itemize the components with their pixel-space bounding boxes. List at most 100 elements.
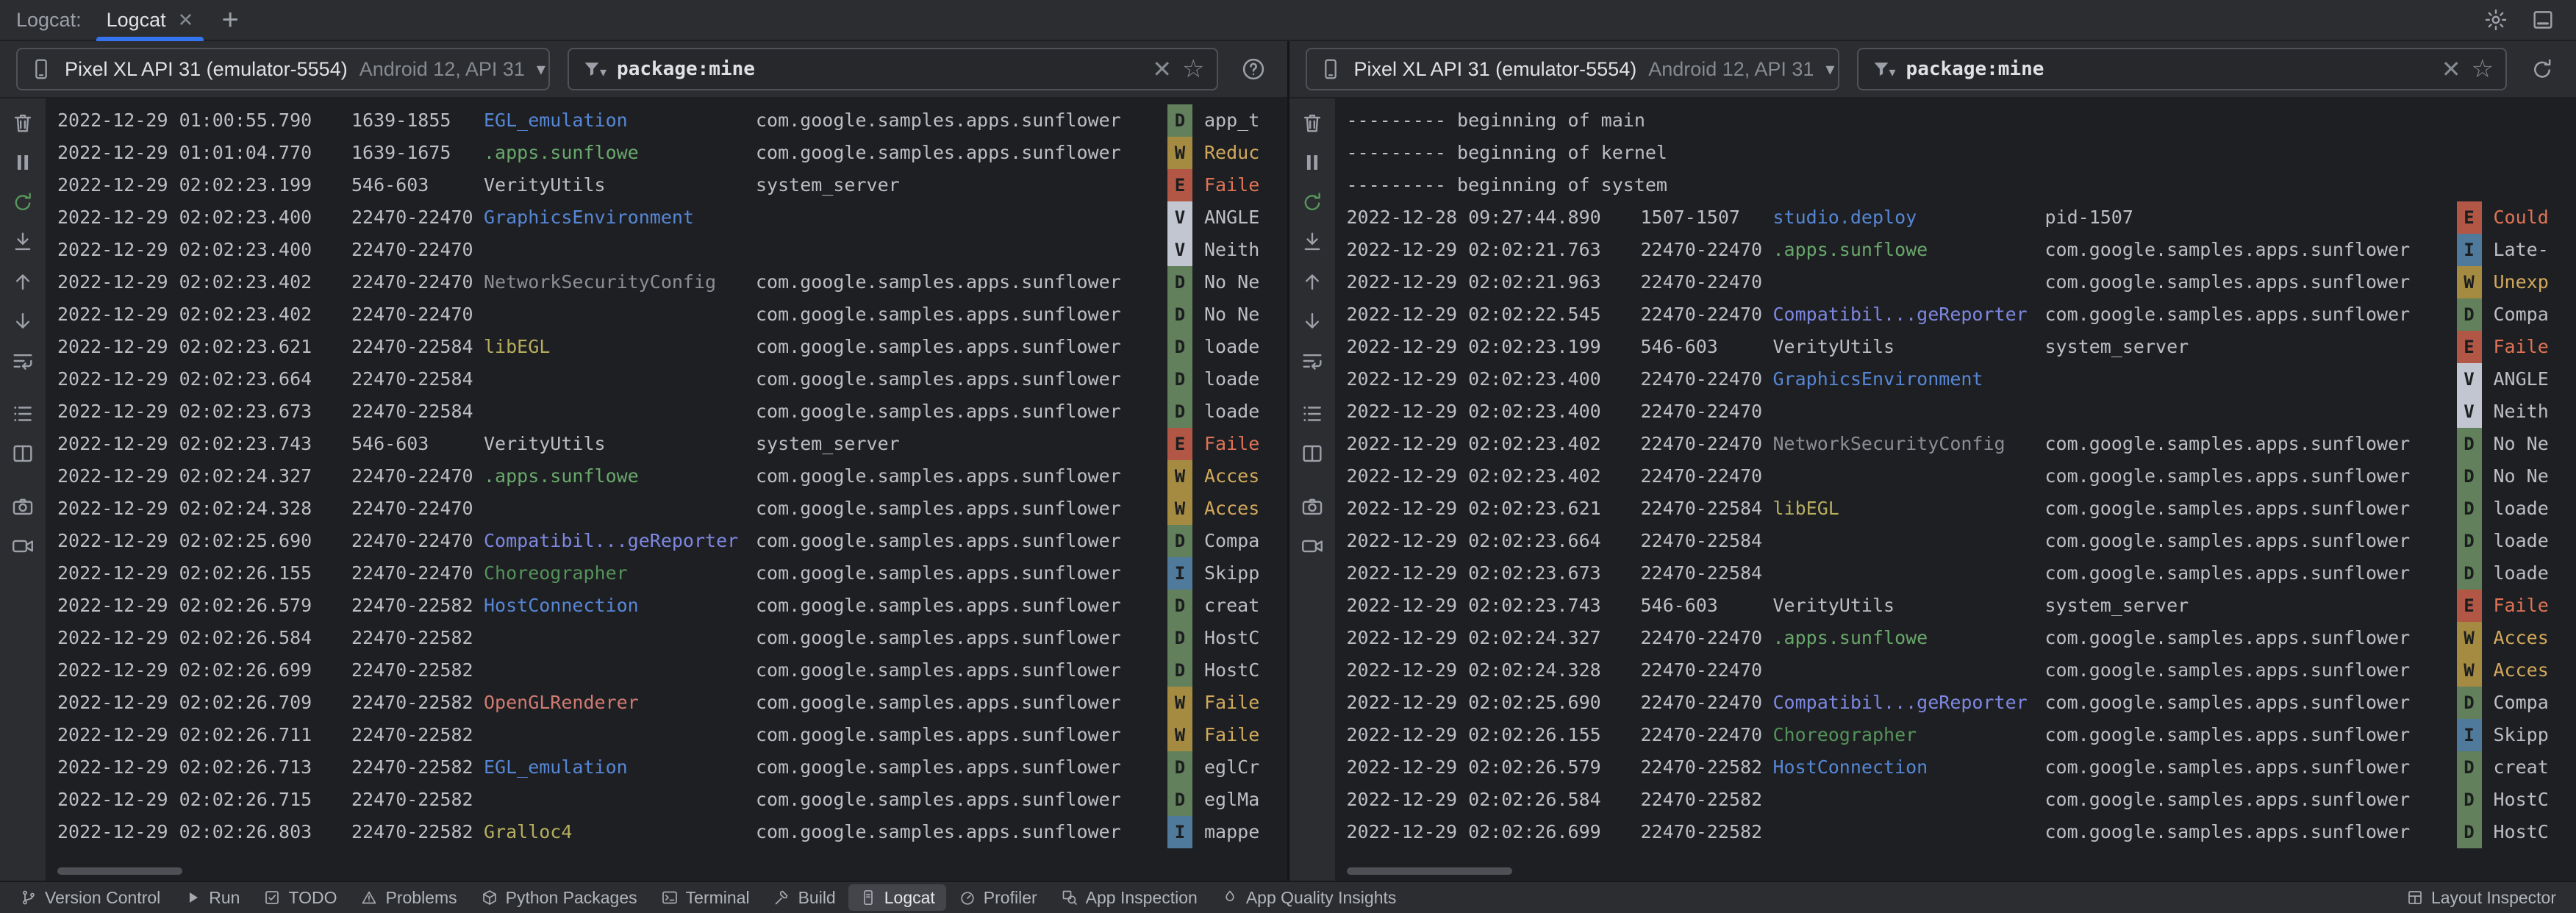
log-separator[interactable]: --------- beginning of kernel [1337, 137, 2576, 169]
log-output-area[interactable]: 2022-12-29 01:00:55.790 1639-1855 EGL_emul… [47, 99, 1287, 881]
log-row[interactable]: 2022-12-29 02:02:26.584 22470-22582 com.go… [1337, 784, 2576, 816]
log-row[interactable]: 2022-12-29 02:02:23.673 22470-22584 com.go… [1337, 557, 2576, 590]
log-row[interactable]: 2022-12-29 02:02:23.673 22470-22584 com.go… [47, 395, 1287, 428]
clear-logcat-button[interactable] [7, 107, 39, 138]
log-row[interactable]: 2022-12-29 02:02:22.545 22470-22470 Compat… [1337, 298, 2576, 331]
statusbar-python-packages-button[interactable]: Python Packages [470, 884, 648, 911]
statusbar-run-button[interactable]: Run [173, 884, 251, 911]
log-row[interactable]: 2022-12-29 02:02:23.400 22470-22470 V Neith [1337, 395, 2576, 428]
formatting-options-button[interactable] [7, 398, 39, 429]
device-selector[interactable]: Pixel XL API 31 (emulator-5554) Android … [1305, 48, 1839, 90]
log-row[interactable]: 2022-12-29 02:02:23.400 22470-22470 V Neith [47, 234, 1287, 266]
log-row[interactable]: 2022-12-29 01:01:04.770 1639-1675 .apps.su… [47, 137, 1287, 169]
statusbar-todo-button[interactable]: TODO [252, 884, 348, 911]
horizontal-scrollbar[interactable] [1346, 867, 1512, 875]
take-screenshot-button[interactable] [7, 491, 39, 522]
next-occurrence-button[interactable] [7, 306, 39, 337]
log-row[interactable]: 2022-12-29 02:02:24.327 22470-22470 .apps.… [1337, 622, 2576, 654]
statusbar-logcat-button[interactable]: Logcat [848, 884, 946, 911]
log-row[interactable]: 2022-12-29 02:02:26.155 22470-22470 Choreo… [1337, 719, 2576, 751]
filter-query-input[interactable]: package:mine [617, 58, 1142, 80]
log-row[interactable]: 2022-12-29 02:02:24.327 22470-22470 .apps.… [47, 460, 1287, 493]
log-row[interactable]: 2022-12-29 02:02:23.199 546-603 VerityUtil… [1337, 331, 2576, 363]
restart-logcat-button[interactable] [1296, 187, 1328, 218]
log-row[interactable]: 2022-12-29 02:02:26.711 22470-22582 com.go… [47, 719, 1287, 751]
next-occurrence-button[interactable] [1296, 306, 1328, 337]
log-row[interactable]: 2022-12-29 02:02:26.709 22470-22582 OpenGL… [47, 687, 1287, 719]
log-row[interactable]: 2022-12-29 02:02:23.400 22470-22470 Graphi… [1337, 363, 2576, 395]
hide-tool-window-icon[interactable] [2530, 7, 2555, 32]
previous-occurrence-button[interactable] [1296, 266, 1328, 297]
restart-logcat-button[interactable] [7, 187, 39, 218]
filter-funnel-icon[interactable]: ▾ [1870, 58, 1896, 80]
take-screenshot-button[interactable] [1296, 491, 1328, 522]
log-row[interactable]: 2022-12-29 02:02:26.579 22470-22582 HostCo… [1337, 751, 2576, 784]
log-row[interactable]: 2022-12-29 02:02:26.579 22470-22582 HostCo… [47, 590, 1287, 622]
log-row[interactable]: 2022-12-29 02:02:25.690 22470-22470 Compat… [1337, 687, 2576, 719]
log-row[interactable]: 2022-12-29 02:02:23.402 22470-22470 com.go… [1337, 460, 2576, 493]
statusbar-build-button[interactable]: Build [762, 884, 847, 911]
split-panels-button[interactable] [7, 438, 39, 469]
filter-funnel-icon[interactable]: ▾ [581, 58, 607, 80]
scroll-to-end-button[interactable] [7, 226, 39, 257]
log-row[interactable]: 2022-12-29 02:02:26.584 22470-22582 com.go… [47, 622, 1287, 654]
help-icon[interactable] [1236, 56, 1271, 82]
log-separator[interactable]: --------- beginning of main [1337, 104, 2576, 137]
settings-gear-icon[interactable] [2483, 7, 2508, 32]
log-row[interactable]: 2022-12-29 02:02:26.803 22470-22582 Grallo… [47, 816, 1287, 848]
favorite-filter-icon[interactable]: ☆ [2472, 57, 2494, 82]
soft-wrap-button[interactable] [7, 345, 39, 376]
filter-query-input[interactable]: package:mine [1906, 58, 2431, 80]
log-row[interactable]: 2022-12-29 02:02:21.763 22470-22470 .apps.… [1337, 234, 2576, 266]
log-row[interactable]: 2022-12-29 02:02:23.402 22470-22470 Networ… [47, 266, 1287, 298]
log-row[interactable]: 2022-12-29 02:02:26.155 22470-22470 Choreo… [47, 557, 1287, 590]
statusbar-terminal-button[interactable]: Terminal [650, 884, 761, 911]
record-screen-button[interactable] [1296, 531, 1328, 562]
scroll-to-end-button[interactable] [1296, 226, 1328, 257]
statusbar-app-quality-insights-button[interactable]: App Quality Insights [1210, 884, 1408, 911]
log-row[interactable]: 2022-12-29 02:02:23.621 22470-22584 libEGL… [1337, 493, 2576, 525]
log-row[interactable]: 2022-12-29 02:02:25.690 22470-22470 Compat… [47, 525, 1287, 557]
statusbar-profiler-button[interactable]: Profiler [948, 884, 1048, 911]
log-row[interactable]: 2022-12-29 02:02:23.402 22470-22470 com.go… [47, 298, 1287, 331]
reload-icon[interactable] [2525, 56, 2560, 82]
favorite-filter-icon[interactable]: ☆ [1182, 57, 1204, 82]
log-row[interactable]: 2022-12-29 02:02:23.400 22470-22470 Graphi… [47, 201, 1287, 234]
log-row[interactable]: 2022-12-29 02:02:23.199 546-603 VerityUtil… [47, 169, 1287, 201]
clear-filter-icon[interactable]: ✕ [1152, 57, 1172, 81]
soft-wrap-button[interactable] [1296, 345, 1328, 376]
formatting-options-button[interactable] [1296, 398, 1328, 429]
log-row[interactable]: 2022-12-29 02:02:21.963 22470-22470 com.go… [1337, 266, 2576, 298]
clear-filter-icon[interactable]: ✕ [2441, 57, 2461, 81]
statusbar-layout-inspector-button[interactable]: Layout Inspector [2395, 884, 2567, 911]
log-row[interactable]: 2022-12-28 09:27:44.890 1507-1507 studio.d… [1337, 201, 2576, 234]
log-row[interactable]: 2022-12-29 02:02:26.699 22470-22582 com.go… [47, 654, 1287, 687]
new-tab-button[interactable]: + [208, 5, 251, 35]
log-row[interactable]: 2022-12-29 02:02:24.328 22470-22470 com.go… [47, 493, 1287, 525]
statusbar-version-control-button[interactable]: Version Control [9, 884, 171, 911]
previous-occurrence-button[interactable] [7, 266, 39, 297]
statusbar-problems-button[interactable]: Problems [349, 884, 468, 911]
log-row[interactable]: 2022-12-29 02:02:23.621 22470-22584 libEGL… [47, 331, 1287, 363]
log-row[interactable]: 2022-12-29 02:02:26.715 22470-22582 com.go… [47, 784, 1287, 816]
log-row[interactable]: 2022-12-29 02:02:23.743 546-603 VerityUtil… [47, 428, 1287, 460]
close-tab-icon[interactable]: ✕ [178, 10, 194, 29]
statusbar-app-inspection-button[interactable]: App Inspection [1050, 884, 1209, 911]
tab-logcat[interactable]: Logcat ✕ [92, 0, 209, 41]
log-row[interactable]: 2022-12-29 02:02:23.402 22470-22470 Networ… [1337, 428, 2576, 460]
pause-logcat-button[interactable] [7, 147, 39, 178]
log-row[interactable]: 2022-12-29 02:02:26.699 22470-22582 com.go… [1337, 816, 2576, 848]
clear-logcat-button[interactable] [1296, 107, 1328, 138]
filter-field[interactable]: ▾ package:mine ✕ ☆ [568, 48, 1218, 90]
split-panels-button[interactable] [1296, 438, 1328, 469]
log-row[interactable]: 2022-12-29 02:02:23.743 546-603 VerityUtil… [1337, 590, 2576, 622]
record-screen-button[interactable] [7, 531, 39, 562]
filter-field[interactable]: ▾ package:mine ✕ ☆ [1856, 48, 2507, 90]
log-separator[interactable]: --------- beginning of system [1337, 169, 2576, 201]
device-selector[interactable]: Pixel XL API 31 (emulator-5554) Android … [16, 48, 550, 90]
pause-logcat-button[interactable] [1296, 147, 1328, 178]
log-row[interactable]: 2022-12-29 02:02:23.664 22470-22584 com.go… [47, 363, 1287, 395]
log-row[interactable]: 2022-12-29 01:00:55.790 1639-1855 EGL_emul… [47, 104, 1287, 137]
log-output-area[interactable]: --------- beginning of main --------- beg… [1337, 99, 2576, 881]
log-row[interactable]: 2022-12-29 02:02:23.664 22470-22584 com.go… [1337, 525, 2576, 557]
